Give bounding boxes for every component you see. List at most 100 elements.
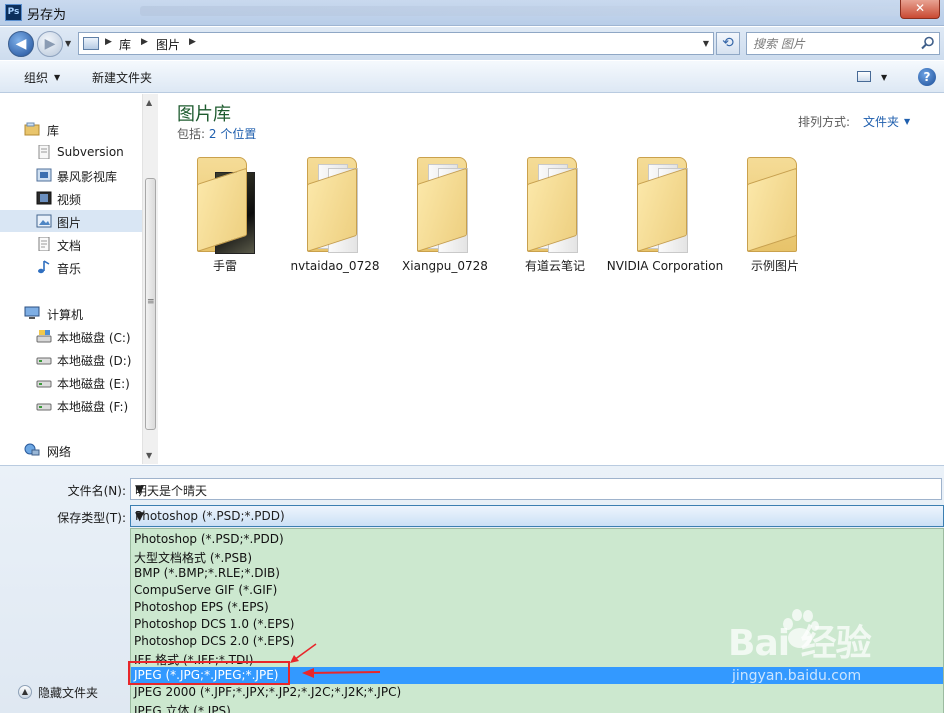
organize-dropdown-icon[interactable]: ▼ — [54, 73, 60, 82]
organize-button[interactable]: 组织 — [24, 69, 48, 86]
breadcrumb-pictures[interactable]: 图片 — [156, 36, 180, 53]
sidebar-item-pictures[interactable]: 图片 — [0, 210, 142, 232]
library-title: 图片库 — [177, 104, 231, 125]
sidebar-item-label: 本地磁盘 (E:) — [57, 377, 130, 391]
save-type-option[interactable]: BMP (*.BMP;*.RLE;*.DIB) — [131, 565, 943, 582]
scrollbar-grip-icon: ≡ — [147, 297, 155, 307]
drive-icon — [36, 380, 52, 388]
sidebar-item-music[interactable]: 音乐 — [0, 256, 142, 278]
sidebar-item-network[interactable]: 网络 — [0, 439, 142, 461]
option-label: BMP (*.BMP;*.RLE;*.DIB) — [134, 566, 280, 580]
scroll-up-arrow-icon[interactable]: ▲ — [146, 98, 152, 107]
folder-item[interactable]: 手雷 — [170, 154, 280, 294]
music-icon — [38, 260, 50, 274]
title-bar-blur — [140, 6, 900, 16]
folder-item[interactable]: Xiangpu_0728 — [390, 154, 500, 294]
sidebar-item-subversion[interactable]: Subversion — [0, 141, 142, 163]
sidebar-item-drive-d[interactable]: 本地磁盘 (D:) — [0, 348, 142, 370]
address-field[interactable]: ▶ 库 ▶ 图片 ▶ ▼ — [78, 32, 714, 55]
folder-item[interactable]: nvtaidao_0728 — [280, 154, 390, 294]
folder-item[interactable]: 示例图片 — [720, 154, 830, 294]
save-type-option[interactable]: 大型文档格式 (*.PSB) — [131, 548, 943, 565]
folder-location-icon — [83, 37, 99, 50]
save-type-label: 保存类型(T): — [57, 511, 126, 525]
sidebar-item-videos[interactable]: 视频 — [0, 187, 142, 209]
filename-history-dropdown-icon[interactable]: ▼ — [135, 482, 937, 496]
includes-locations-link[interactable]: 2 个位置 — [209, 127, 256, 141]
save-type-select[interactable]: Photoshop (*.PSD;*.PDD) ▼ — [130, 505, 944, 527]
drive-icon — [36, 403, 52, 411]
library-includes: 包括: 2 个位置 — [177, 125, 256, 142]
breadcrumb-chevron-icon[interactable]: ▶ — [189, 37, 196, 47]
navigation-scrollbar[interactable]: ▲ ≡ ▼ — [142, 94, 158, 464]
new-folder-button[interactable]: 新建文件夹 — [92, 69, 152, 86]
sidebar-item-label: 网络 — [47, 445, 72, 459]
breadcrumb-library[interactable]: 库 — [119, 36, 131, 53]
window-title: 另存为 — [27, 8, 67, 23]
sidebar-item-label: 本地磁盘 (F:) — [57, 400, 129, 414]
filename-input[interactable]: 明天是个晴天 ▼ — [130, 478, 942, 500]
close-button[interactable]: ✕ — [900, 0, 940, 19]
photoshop-app-icon: Ps — [5, 4, 22, 21]
help-icon[interactable]: ? — [918, 68, 936, 86]
sidebar-item-computer[interactable]: 计算机 — [0, 302, 142, 324]
recent-pages-dropdown-icon[interactable]: ▼ — [65, 39, 71, 48]
sidebar-item-drive-e[interactable]: 本地磁盘 (E:) — [0, 371, 142, 393]
computer-icon — [24, 306, 40, 319]
search-icon[interactable] — [921, 36, 935, 50]
refresh-button[interactable]: ⟲ — [716, 32, 740, 55]
option-label: CompuServe GIF (*.GIF) — [134, 583, 278, 597]
sidebar-item-label: Subversion — [57, 145, 124, 159]
annotation-highlight-box — [128, 661, 290, 685]
folder-item[interactable]: 有道云笔记 — [500, 154, 610, 294]
sidebar-item-baofeng-library[interactable]: 暴风影视库 — [0, 164, 142, 186]
arrange-by-dropdown[interactable]: 文件夹 — [863, 113, 899, 130]
option-label: JPEG 2000 (*.JPF;*.JPX;*.JP2;*.J2C;*.J2K… — [134, 685, 402, 699]
arrange-by-arrow-icon[interactable]: ▼ — [904, 117, 910, 126]
hide-folders-label: 隐藏文件夹 — [38, 686, 99, 700]
scroll-down-arrow-icon[interactable]: ▼ — [146, 451, 152, 460]
scrollbar-thumb[interactable]: ≡ — [145, 178, 156, 430]
sidebar-item-libraries[interactable]: 库 — [0, 118, 142, 140]
save-type-option[interactable]: Photoshop (*.PSD;*.PDD) — [131, 531, 943, 548]
option-label: Photoshop (*.PSD;*.PDD) — [134, 532, 284, 546]
sidebar-item-label: 库 — [47, 124, 60, 138]
sidebar-item-label: 本地磁盘 (D:) — [57, 354, 132, 368]
option-label: JPEG 立体 (*.JPS) — [134, 704, 231, 713]
filename-label: 文件名(N): — [67, 484, 126, 498]
address-history-dropdown-icon[interactable]: ▼ — [703, 39, 709, 48]
forward-button[interactable]: ▶ — [37, 31, 63, 57]
save-type-option[interactable]: JPEG 立体 (*.JPS) — [131, 701, 943, 713]
sidebar-item-drive-f[interactable]: 本地磁盘 (F:) — [0, 394, 142, 416]
change-view-icon[interactable] — [857, 71, 871, 82]
system-drive-icon — [36, 330, 52, 343]
sidebar-item-drive-c[interactable]: 本地磁盘 (C:) — [0, 325, 142, 347]
address-bar: ◀ ▶ ▼ ▶ 库 ▶ 图片 ▶ ▼ ⟲ — [0, 27, 944, 60]
file-view: 图片库 包括: 2 个位置 排列方式: 文件夹 ▼ 手雷 nvtaidao_07… — [160, 94, 944, 464]
network-icon — [24, 443, 40, 456]
sidebar-item-label: 计算机 — [47, 308, 84, 322]
arrange-by-label: 排列方式: — [798, 115, 851, 129]
search-input[interactable] — [753, 35, 913, 52]
document-icon — [38, 145, 50, 159]
sidebar-item-label: 图片 — [57, 216, 82, 230]
sidebar-item-label: 视频 — [57, 193, 82, 207]
breadcrumb-chevron-icon[interactable]: ▶ — [141, 37, 148, 47]
option-label: Photoshop DCS 2.0 (*.EPS) — [134, 634, 295, 648]
folder-name: 示例图片 — [750, 259, 799, 273]
pictures-icon — [36, 214, 52, 228]
library-icon — [24, 122, 40, 136]
sidebar-item-documents[interactable]: 文档 — [0, 233, 142, 255]
video-library-icon — [36, 168, 52, 182]
save-type-option[interactable]: CompuServe GIF (*.GIF) — [131, 582, 943, 599]
option-label: Photoshop EPS (*.EPS) — [134, 600, 269, 614]
folder-item[interactable]: NVIDIA Corporation — [607, 154, 723, 294]
breadcrumb-chevron-icon[interactable]: ▶ — [105, 37, 112, 47]
collapse-up-icon[interactable]: ▲ — [18, 685, 32, 699]
back-button[interactable]: ◀ — [8, 31, 34, 57]
annotation-arrow-icon — [290, 643, 381, 678]
view-options-dropdown-icon[interactable]: ▼ — [881, 73, 887, 82]
sidebar-item-label: 暴风影视库 — [57, 170, 118, 184]
search-box[interactable] — [746, 32, 940, 55]
save-type-dropdown-icon[interactable]: ▼ — [135, 509, 939, 523]
